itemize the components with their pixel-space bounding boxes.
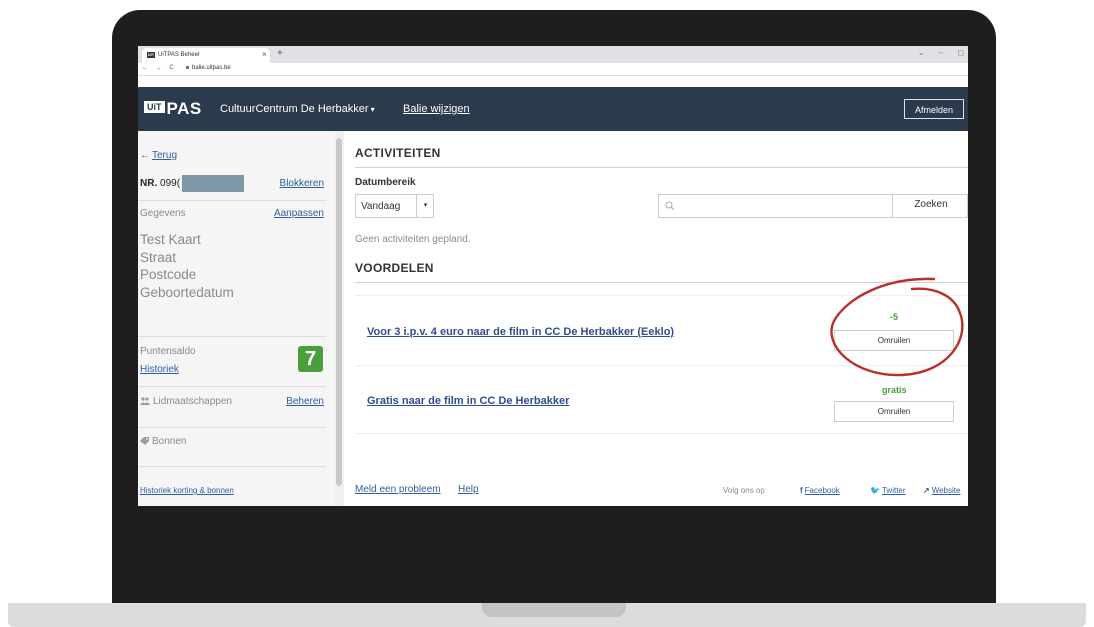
facebook-link[interactable]: f Facebook [800,486,840,495]
browser-nav-buttons[interactable]: ← → C [142,65,174,71]
divider [138,466,326,467]
window-controls[interactable]: ⌄ – ◻ [918,48,964,57]
vouchers-label: Bonnen [140,436,186,447]
memberships-text: Lidmaatschappen [153,396,232,407]
laptop-screen: UIT UiTPAS Beheer × + ⌄ – ◻ ← → C balie.… [138,46,968,506]
report-problem-link[interactable]: Meld een probleem [355,484,441,495]
tab-close-icon[interactable]: × [262,50,267,59]
caret-down-icon: ▾ [416,195,434,217]
follow-us-label: Volg ons op [723,486,765,495]
activity-search: Zoeken [658,194,968,218]
logout-button[interactable]: Afmelden [904,99,964,119]
exchange-button[interactable]: Omruilen [834,401,954,422]
switch-counter-link[interactable]: Balie wijzigen [403,103,470,115]
help-link[interactable]: Help [458,484,479,495]
advantage-link[interactable]: Gratis naar de film in CC De Herbakker [367,395,569,407]
points-balance-badge: 7 [298,346,323,372]
cardholder-name: Test Kaart [140,232,201,247]
history-link[interactable]: Historiek [140,364,179,375]
back-label: Terug [152,150,178,161]
tag-icon [140,437,149,445]
manage-memberships-link[interactable]: Beheren [286,396,324,407]
date-range-label: Datumbereik [355,177,416,188]
sidebar-scrollbar-thumb[interactable] [336,138,342,486]
no-activities-message: Geen activiteiten gepland. [355,234,471,245]
advantage-points: gratis [882,385,907,395]
points-balance-label: Puntensaldo [140,346,196,357]
highlight-annotation-circle [830,277,964,377]
organization-dropdown[interactable]: CultuurCentrum De Herbakker ▾ [220,103,375,115]
divider [138,200,326,201]
card-number-value: 099( [160,178,181,189]
discount-history-link[interactable]: Historiek korting & bonnen [140,486,234,495]
uitpas-logo[interactable]: UiT PAS [144,99,202,119]
vouchers-text: Bonnen [152,436,187,447]
cardholder-details: Test Kaart Straat Postcode Geboortedatum [140,231,234,301]
logo-pas: PAS [166,99,202,118]
organization-label: CultuurCentrum De Herbakker [220,103,369,115]
divider [138,336,326,337]
twitter-icon: 🐦 [870,486,880,495]
card-number-label: NR. [140,178,158,189]
date-range-value: Vandaag [361,201,401,212]
website-link[interactable]: ↗ Website [923,486,960,495]
cardholder-postcode: Postcode [140,267,197,282]
main-content: ACTIVITEITEN Datumbereik Vandaag ▾ Zoeke… [344,131,968,506]
facebook-label: Facebook [804,486,840,495]
advantage-link[interactable]: Voor 3 i.p.v. 4 euro naar de film in CC … [367,326,674,338]
card-number-redaction [182,175,244,192]
browser-tab-bar: UIT UiTPAS Beheer × + ⌄ – ◻ [138,46,968,63]
divider [355,433,968,434]
cardholder-street: Straat [140,249,177,265]
website-label: Website [931,486,961,495]
caret-down-icon: ▾ [370,105,375,114]
edit-details-link[interactable]: Aanpassen [274,208,324,219]
activities-heading: ACTIVITEITEN [355,146,441,160]
divider [138,386,326,387]
sidebar: ← Terug NR. 099( Blokkeren Gegevens Aanpa… [138,131,335,506]
browser-tab[interactable]: UIT UiTPAS Beheer × [142,48,270,63]
search-input[interactable] [681,198,885,216]
logo-uit: UiT [144,101,165,113]
arrow-left-icon: ← [140,150,150,161]
divider [355,167,968,168]
uitpas-favicon-icon: UIT [147,52,155,58]
twitter-link[interactable]: 🐦 Twitter [870,486,906,495]
users-icon [140,397,150,405]
lock-icon [186,65,189,69]
card-number: NR. 099( [140,178,180,189]
url-text: balie.uitpas.be [192,65,231,71]
external-link-icon: ↗ [923,486,930,495]
app-header: UiT PAS CultuurCentrum De Herbakker ▾ Bali… [138,87,968,131]
tab-title: UiTPAS Beheer [158,52,200,58]
laptop-notch [482,603,626,617]
twitter-label: Twitter [881,486,906,495]
date-range-select[interactable]: Vandaag ▾ [355,194,434,218]
back-link[interactable]: ← Terug [140,150,177,161]
browser-address-bar: ← → C balie.uitpas.be [138,63,968,76]
search-button[interactable]: Zoeken [892,194,968,218]
divider [138,427,326,428]
search-icon [665,201,675,211]
memberships-label: Lidmaatschappen [140,396,232,407]
advantages-heading: VOORDELEN [355,261,434,275]
cardholder-birthdate: Geboortedatum [140,284,234,300]
block-card-link[interactable]: Blokkeren [280,178,324,189]
facebook-icon: f [800,486,803,495]
url-field[interactable]: balie.uitpas.be [186,65,231,71]
new-tab-icon[interactable]: + [277,48,283,59]
details-label: Gegevens [140,208,186,219]
